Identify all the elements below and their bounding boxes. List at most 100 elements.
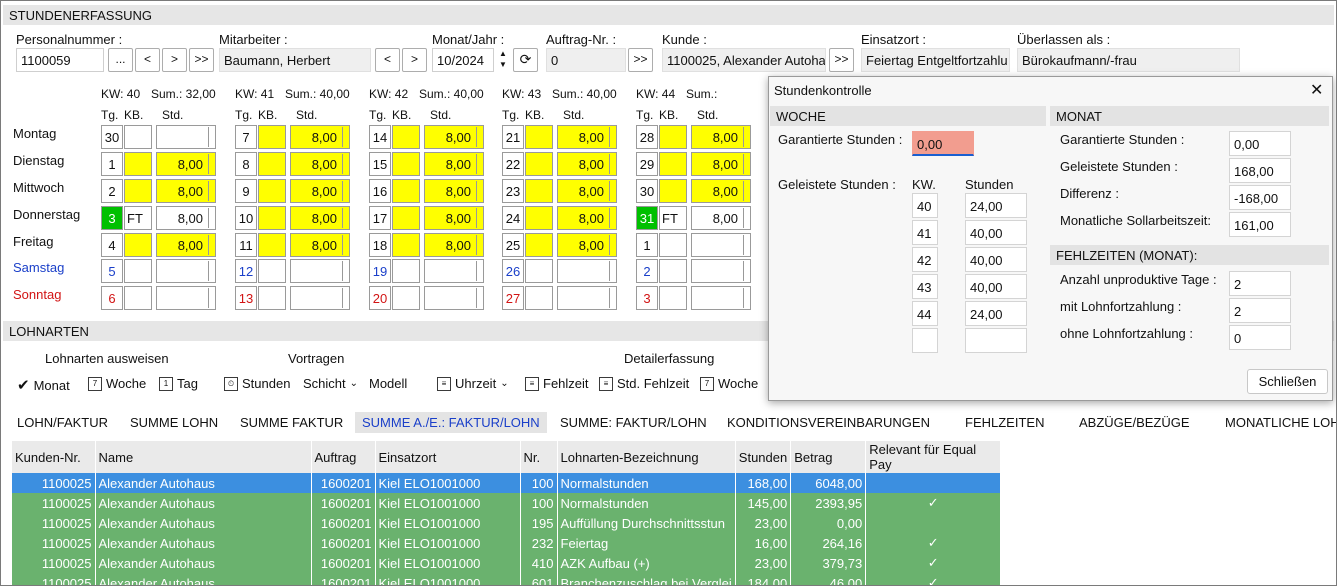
dialog-kw-field[interactable]: 43: [912, 274, 938, 299]
kb-cell[interactable]: [525, 152, 553, 176]
column-header[interactable]: Relevant für Equal Pay: [865, 441, 1002, 473]
schliessen-button[interactable]: Schließen: [1247, 369, 1328, 394]
column-header[interactable]: Auftrag: [311, 441, 376, 473]
stunden-button[interactable]: ⏲ Stunden: [224, 376, 290, 391]
std-cell[interactable]: [691, 233, 751, 257]
kb-cell[interactable]: [124, 259, 152, 283]
monat-toggle[interactable]: ✔ Monat: [17, 376, 70, 394]
kb-cell[interactable]: [525, 233, 553, 257]
close-icon[interactable]: ✕: [1310, 80, 1323, 100]
dialog-stunden-field[interactable]: 24,00: [965, 193, 1027, 218]
std-cell[interactable]: [691, 286, 751, 310]
tab-summe-lohn[interactable]: SUMME LOHN: [130, 415, 218, 430]
kb-cell[interactable]: [258, 233, 286, 257]
kb-cell[interactable]: [258, 125, 286, 149]
kb-cell[interactable]: [525, 179, 553, 203]
uhrzeit-dropdown[interactable]: ≡ Uhrzeit ⌄: [437, 376, 509, 391]
kb-cell[interactable]: [124, 233, 152, 257]
std-cell[interactable]: 8,00: [156, 233, 216, 257]
column-header[interactable]: Stunden: [735, 441, 792, 473]
kb-cell[interactable]: [659, 259, 687, 283]
kb-cell[interactable]: [525, 286, 553, 310]
fehlzeit-button[interactable]: ≡ Fehlzeit: [525, 376, 589, 391]
std-cell[interactable]: [691, 259, 751, 283]
dialog-stunden-field[interactable]: 40,00: [965, 220, 1027, 245]
std-cell[interactable]: 8,00: [557, 206, 617, 230]
tab-abzuege-bezuege[interactable]: ABZÜGE/BEZÜGE: [1079, 415, 1190, 430]
kb-cell[interactable]: [525, 125, 553, 149]
std-cell[interactable]: [557, 259, 617, 283]
unproduktive-tage-field[interactable]: 2: [1229, 271, 1291, 296]
tab-fehlzeiten[interactable]: FEHLZEITEN: [965, 415, 1044, 430]
dialog-kw-field[interactable]: 44: [912, 301, 938, 326]
kb-cell[interactable]: [258, 152, 286, 176]
personalnummer-input[interactable]: 1100059: [16, 48, 104, 72]
std-cell[interactable]: 8,00: [156, 206, 216, 230]
std-cell[interactable]: [424, 286, 484, 310]
modell-button[interactable]: Modell: [369, 376, 407, 391]
std-cell[interactable]: 8,00: [557, 233, 617, 257]
std-cell[interactable]: 8,00: [156, 179, 216, 203]
kb-cell[interactable]: [659, 233, 687, 257]
std-cell[interactable]: 8,00: [557, 179, 617, 203]
std-cell[interactable]: [290, 259, 350, 283]
kb-cell[interactable]: [659, 179, 687, 203]
dialog-kw-field[interactable]: [912, 328, 938, 353]
kb-cell[interactable]: [525, 206, 553, 230]
column-header[interactable]: Einsatzort: [375, 441, 521, 473]
kb-cell[interactable]: [258, 286, 286, 310]
std-cell[interactable]: [156, 286, 216, 310]
kb-cell[interactable]: [659, 125, 687, 149]
kb-cell[interactable]: [392, 206, 420, 230]
kb-cell[interactable]: [258, 179, 286, 203]
dialog-stunden-field[interactable]: 40,00: [965, 247, 1027, 272]
kb-cell[interactable]: [124, 125, 152, 149]
table-row[interactable]: 1100025 Alexander Autohaus 1600201 Kiel ELO…: [12, 473, 1002, 493]
std-cell[interactable]: 8,00: [691, 125, 751, 149]
kunde-next-button[interactable]: >>: [829, 48, 854, 72]
dialog-kw-field[interactable]: 40: [912, 193, 938, 218]
kb-cell[interactable]: FT: [659, 206, 687, 230]
tab-summe-faktur[interactable]: SUMME FAKTUR: [240, 415, 343, 430]
std-cell[interactable]: 8,00: [424, 206, 484, 230]
column-header[interactable]: Lohnarten-Bezeichnung: [557, 441, 736, 473]
kb-cell[interactable]: [392, 233, 420, 257]
differenz-field[interactable]: -168,00: [1229, 185, 1291, 210]
prev-employee-button[interactable]: <: [135, 48, 160, 72]
kb-cell[interactable]: [525, 259, 553, 283]
std-cell[interactable]: 8,00: [691, 179, 751, 203]
std-cell[interactable]: 8,00: [424, 152, 484, 176]
std-cell[interactable]: 8,00: [290, 179, 350, 203]
table-row[interactable]: 1100025 Alexander Autohaus 1600201 Kiel ELO…: [12, 553, 1002, 573]
refresh-icon[interactable]: ⟳: [513, 48, 538, 72]
kb-cell[interactable]: [659, 152, 687, 176]
std-cell[interactable]: 8,00: [424, 125, 484, 149]
std-cell[interactable]: 8,00: [290, 152, 350, 176]
woche-garantiert-input[interactable]: 0,00: [912, 131, 974, 156]
kb-cell[interactable]: [124, 152, 152, 176]
column-header[interactable]: Kunden-Nr.: [12, 441, 96, 473]
dialog-stunden-field[interactable]: [965, 328, 1027, 353]
kb-cell[interactable]: [124, 286, 152, 310]
sollarbeitszeit-field[interactable]: 161,00: [1229, 212, 1291, 237]
tag-toggle[interactable]: 1 Tag: [159, 376, 198, 391]
std-cell[interactable]: [424, 259, 484, 283]
kb-cell[interactable]: [392, 179, 420, 203]
auftrag-next-button[interactable]: >>: [628, 48, 653, 72]
monat-garantiert-field[interactable]: 0,00: [1229, 131, 1291, 156]
std-cell[interactable]: 8,00: [691, 206, 751, 230]
woche-detail-button[interactable]: 7 Woche: [700, 376, 758, 391]
kb-cell[interactable]: [258, 206, 286, 230]
std-cell[interactable]: 8,00: [557, 125, 617, 149]
monat-input[interactable]: 10/2024: [432, 48, 494, 72]
monat-spinner[interactable]: ▲ ▼: [496, 48, 510, 72]
prev-month-button[interactable]: <: [375, 48, 400, 72]
next-employee-button[interactable]: >: [162, 48, 187, 72]
std-cell[interactable]: 8,00: [290, 206, 350, 230]
std-fehlzeit-button[interactable]: ≡ Std. Fehlzeit: [599, 376, 689, 391]
std-cell[interactable]: [557, 286, 617, 310]
tab-summe-faktur-lohn[interactable]: SUMME: FAKTUR/LOHN: [560, 415, 707, 430]
tab-monatliche-lohn[interactable]: MONATLICHE LOH: [1225, 415, 1336, 430]
tab-summe-ae-faktur-lohn[interactable]: SUMME A./E.: FAKTUR/LOHN: [355, 412, 547, 433]
kb-cell[interactable]: [124, 179, 152, 203]
